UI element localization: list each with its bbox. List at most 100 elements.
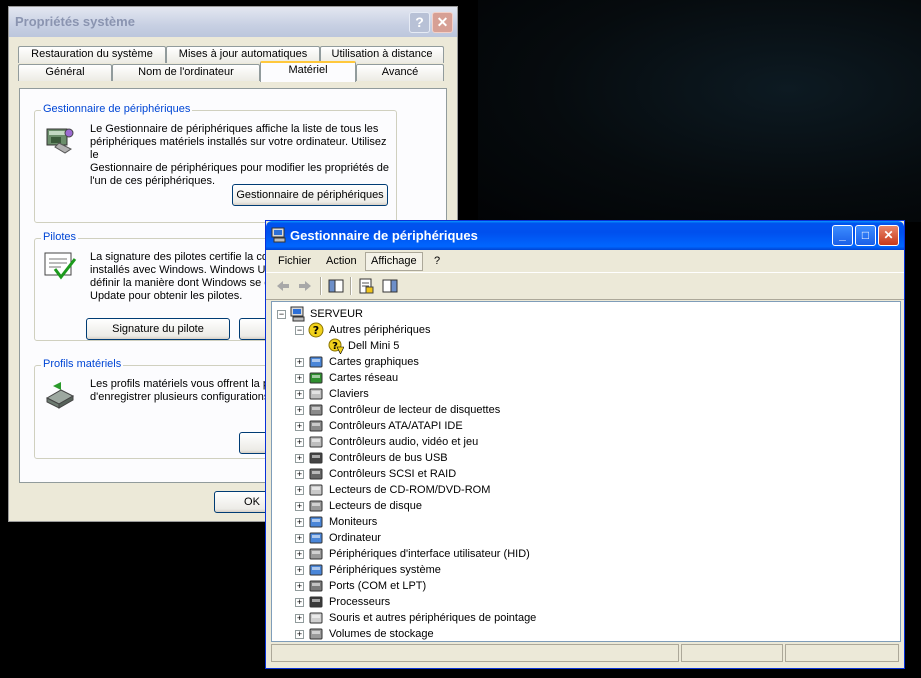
title-bar[interactable]: Propriétés système ? ✕: [9, 7, 457, 37]
collapse-toggle[interactable]: −: [295, 326, 304, 335]
toolbar: [266, 273, 904, 300]
show-hide-console-tree-icon[interactable]: [327, 277, 345, 295]
expand-toggle[interactable]: +: [295, 598, 304, 607]
mouse-icon: [309, 612, 323, 624]
floppy-controller-icon: [309, 404, 323, 416]
tab-advanced[interactable]: Avancé: [356, 64, 444, 81]
device-manager-button[interactable]: Gestionnaire de périphériques: [232, 184, 388, 206]
expand-toggle[interactable]: +: [295, 534, 304, 543]
expand-toggle[interactable]: +: [295, 518, 304, 527]
hardware-profiles-desc-line2: d'enregistrer plusieurs configurations m: [90, 391, 282, 403]
driver-signing-button[interactable]: Signature du pilote: [86, 318, 230, 340]
drivers-group-title: Pilotes: [41, 231, 79, 243]
ports-icon: [309, 580, 323, 592]
help-panel-icon[interactable]: [381, 277, 399, 295]
window-title: Propriétés système: [15, 14, 135, 29]
device-manager-desc-line2: périphériques matériels installés sur vo…: [90, 136, 387, 161]
tab-system-restore[interactable]: Restauration du système: [18, 46, 166, 63]
expand-toggle[interactable]: +: [295, 614, 304, 623]
device-manager-window: Gestionnaire de périphériques _ □ ✕ Fich…: [265, 220, 905, 669]
minimize-button[interactable]: _: [832, 225, 853, 246]
tree-item-category[interactable]: Périphériques système: [329, 562, 441, 578]
menu-file[interactable]: Fichier: [273, 253, 316, 270]
drivers-desc-line4: Update pour obtenir les pilotes.: [90, 290, 243, 302]
tree-item-category[interactable]: Volumes de stockage: [329, 626, 434, 641]
tree-item-category[interactable]: Lecteurs de CD-ROM/DVD-ROM: [329, 482, 490, 498]
ide-controller-icon: [309, 420, 323, 432]
expand-toggle[interactable]: +: [295, 502, 304, 511]
drivers-desc-line1: La signature des pilotes certifie la cor: [90, 251, 272, 263]
tab-computer-name[interactable]: Nom de l'ordinateur: [112, 64, 260, 81]
audio-icon: [309, 436, 323, 448]
tree-root[interactable]: SERVEUR: [310, 306, 363, 322]
properties-icon[interactable]: [357, 277, 375, 295]
tree-item-unknown-device[interactable]: Dell Mini 5: [348, 338, 399, 354]
title-bar[interactable]: Gestionnaire de périphériques _ □ ✕: [266, 221, 904, 250]
close-button[interactable]: ✕: [432, 12, 453, 33]
tree-item-category[interactable]: Contrôleurs audio, vidéo et jeu: [329, 434, 478, 450]
expand-toggle[interactable]: +: [295, 374, 304, 383]
computer-icon: [309, 532, 323, 544]
device-manager-group: Gestionnaire de périphériques Le Gestion…: [34, 103, 397, 223]
question-mark-icon: ?: [308, 322, 324, 338]
expand-toggle[interactable]: +: [295, 630, 304, 639]
tree-item-other-devices[interactable]: Autres périphériques: [329, 322, 431, 338]
tree-item-category[interactable]: Ordinateur: [329, 530, 381, 546]
tree-item-category[interactable]: Périphériques d'interface utilisateur (H…: [329, 546, 530, 562]
tree-item-category[interactable]: Ports (COM et LPT): [329, 578, 426, 594]
menu-bar: Fichier Action Affichage ?: [266, 250, 904, 273]
menu-view[interactable]: Affichage: [365, 252, 423, 271]
tree-item-category[interactable]: Cartes graphiques: [329, 354, 419, 370]
help-button[interactable]: ?: [409, 12, 430, 33]
tree-item-category[interactable]: Moniteurs: [329, 514, 377, 530]
tree-item-category[interactable]: Cartes réseau: [329, 370, 398, 386]
window-title: Gestionnaire de périphériques: [290, 228, 478, 243]
expand-toggle[interactable]: +: [295, 406, 304, 415]
menu-help[interactable]: ?: [429, 253, 445, 270]
device-manager-group-title: Gestionnaire de périphériques: [41, 103, 193, 115]
cdrom-icon: [309, 484, 323, 496]
tree-item-category[interactable]: Contrôleurs SCSI et RAID: [329, 466, 456, 482]
tree-item-category[interactable]: Lecteurs de disque: [329, 498, 422, 514]
expand-toggle[interactable]: +: [295, 438, 304, 447]
driver-signing-icon: [44, 252, 77, 280]
expand-toggle[interactable]: +: [295, 566, 304, 575]
display-adapter-icon: [309, 356, 323, 368]
device-manager-icon: [46, 128, 74, 154]
scsi-icon: [309, 468, 323, 480]
forward-arrow-icon[interactable]: [296, 277, 314, 295]
expand-toggle[interactable]: +: [295, 582, 304, 591]
expand-toggle[interactable]: +: [295, 454, 304, 463]
close-button[interactable]: ✕: [878, 225, 899, 246]
system-devices-icon: [309, 564, 323, 576]
hardware-profiles-desc-line1: Les profils matériels vous offrent la po: [90, 378, 276, 390]
warning-icon: ?: [328, 338, 344, 354]
expand-toggle[interactable]: +: [295, 390, 304, 399]
collapse-toggle[interactable]: −: [277, 310, 286, 319]
desktop-background: [478, 0, 921, 222]
expand-toggle[interactable]: +: [295, 422, 304, 431]
tree-item-category[interactable]: Claviers: [329, 386, 369, 402]
hardware-profiles-group-title: Profils matériels: [41, 358, 124, 370]
svg-text:?: ?: [332, 341, 338, 352]
network-card-icon: [309, 372, 323, 384]
expand-toggle[interactable]: +: [295, 358, 304, 367]
processor-icon: [309, 596, 323, 608]
maximize-button[interactable]: □: [855, 225, 876, 246]
menu-action[interactable]: Action: [321, 253, 362, 270]
tab-hardware[interactable]: Matériel: [260, 61, 356, 82]
tree-item-category[interactable]: Contrôleur de lecteur de disquettes: [329, 402, 500, 418]
expand-toggle[interactable]: +: [295, 550, 304, 559]
svg-text:?: ?: [313, 324, 319, 337]
expand-toggle[interactable]: +: [295, 486, 304, 495]
tree-item-category[interactable]: Souris et autres périphériques de pointa…: [329, 610, 536, 626]
tree-item-category[interactable]: Contrôleurs ATA/ATAPI IDE: [329, 418, 463, 434]
computer-icon: [290, 306, 305, 322]
status-pane: [785, 644, 899, 662]
tree-item-category[interactable]: Processeurs: [329, 594, 390, 610]
back-arrow-icon[interactable]: [274, 277, 292, 295]
usb-icon: [309, 452, 323, 464]
expand-toggle[interactable]: +: [295, 470, 304, 479]
tab-general[interactable]: Général: [18, 64, 112, 81]
tree-item-category[interactable]: Contrôleurs de bus USB: [329, 450, 448, 466]
